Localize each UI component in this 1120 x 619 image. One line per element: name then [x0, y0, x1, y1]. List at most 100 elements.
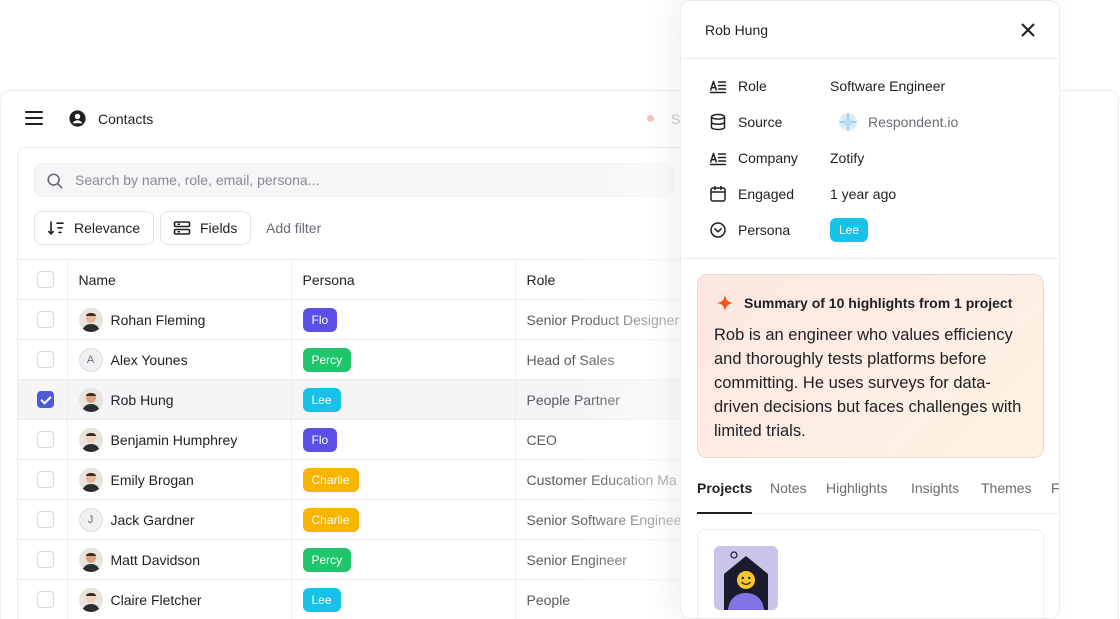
text-lines-icon	[709, 149, 727, 167]
persona-badge[interactable]: Percy	[302, 547, 352, 572]
project-thumbnail	[714, 546, 778, 610]
column-header-persona[interactable]: Persona	[290, 259, 515, 300]
source-value: Respondent.io	[868, 114, 959, 130]
row-checkbox[interactable]	[37, 471, 54, 489]
status-dot	[647, 115, 654, 122]
name-cell[interactable]: Rohan Fleming	[66, 299, 291, 340]
name-cell-content: Benjamin Humphrey	[78, 427, 291, 452]
close-button[interactable]	[1017, 19, 1039, 41]
avatar	[78, 587, 103, 612]
name-cell[interactable]: Emily Brogan	[66, 459, 291, 500]
search-input[interactable]	[75, 164, 635, 196]
avatar	[78, 467, 103, 492]
column-header-name[interactable]: Name	[66, 259, 291, 300]
persona-value-wrap[interactable]: Lee	[830, 218, 869, 242]
row-checkbox[interactable]	[37, 591, 54, 609]
table-row[interactable]: Rob Hung Lee People Partner	[18, 379, 716, 420]
persona-cell: Flo	[290, 419, 515, 460]
persona-badge[interactable]: Lee	[830, 218, 869, 242]
avatar	[78, 387, 103, 412]
persona-cell: Percy	[290, 539, 515, 580]
add-filter-button[interactable]: Add filter	[266, 220, 321, 236]
persona-badge[interactable]: Flo	[302, 427, 338, 452]
property-engaged: Engaged 1 year ago	[709, 184, 896, 204]
name-cell[interactable]: Claire Fletcher	[66, 579, 291, 619]
persona-badge[interactable]: Charlie	[302, 467, 359, 492]
name-cell[interactable]: Rob Hung	[66, 379, 291, 420]
company-value[interactable]: Zotify	[830, 150, 864, 166]
select-all-cell	[18, 259, 67, 300]
respondent-logo-icon	[839, 113, 857, 131]
person-name: Matt Davidson	[110, 551, 200, 568]
hamburger-icon[interactable]	[25, 111, 43, 125]
company-label: Company	[738, 150, 798, 166]
persona-badge[interactable]: Lee	[302, 387, 341, 412]
engaged-value: 1 year ago	[830, 186, 897, 202]
table-header-row: Name Persona Role	[18, 259, 716, 300]
table-row[interactable]: Matt Davidson Percy Senior Engineer	[18, 539, 716, 580]
row-checkbox[interactable]	[37, 511, 54, 529]
row-checkbox[interactable]	[37, 551, 54, 569]
contacts-list-panel: Relevance Fields Add filter Name Perso	[17, 147, 717, 619]
persona-cell: Lee	[290, 579, 515, 619]
name-cell-content: J Jack Gardner	[78, 507, 291, 532]
property-persona: Persona Lee	[709, 218, 869, 242]
summary-card: Summary of 10 highlights from 1 project …	[697, 274, 1044, 458]
row-checkbox[interactable]	[37, 391, 54, 409]
property-source: Source Respondent.io	[709, 112, 958, 132]
role-text: Senior Software Engineer	[526, 511, 687, 528]
avatar: J	[78, 507, 103, 532]
table-row[interactable]: Emily Brogan Charlie Customer Education Ma	[18, 459, 716, 500]
persona-cell: Lee	[290, 379, 515, 420]
table-row[interactable]: Rohan Fleming Flo Senior Product Designer	[18, 299, 716, 340]
persona-badge[interactable]: Percy	[302, 347, 352, 372]
fields-button[interactable]: Fields	[160, 211, 251, 245]
name-cell[interactable]: A Alex Younes	[66, 339, 291, 380]
role-value[interactable]: Software Engineer	[830, 78, 945, 94]
row-checkbox[interactable]	[37, 311, 54, 329]
name-cell[interactable]: J Jack Gardner	[66, 499, 291, 540]
name-cell-content: Claire Fletcher	[78, 587, 291, 612]
contacts-table-body: Rohan Fleming Flo Senior Product Designer A…	[18, 299, 716, 619]
avatar	[78, 427, 103, 452]
detail-title: Rob Hung	[705, 22, 769, 38]
detail-tabs: Projects Notes Highlights Insights Theme…	[697, 480, 1059, 514]
role-text: CEO	[526, 431, 557, 448]
tab-more[interactable]: F	[1051, 480, 1059, 514]
person-name: Rob Hung	[110, 391, 174, 408]
sparkle-icon	[716, 294, 734, 312]
sort-icon	[48, 221, 64, 235]
close-icon	[1021, 23, 1035, 37]
table-row[interactable]: J Jack Gardner Charlie Senior Software Engi…	[18, 499, 716, 540]
tab-notes[interactable]: Notes	[770, 480, 807, 514]
table-row[interactable]: Claire Fletcher Lee People	[18, 579, 716, 619]
tab-insights[interactable]: Insights	[911, 480, 959, 514]
persona-badge[interactable]: Charlie	[302, 507, 359, 532]
select-all-checkbox[interactable]	[37, 271, 54, 289]
person-name: Benjamin Humphrey	[110, 431, 238, 448]
role-text: Head of Sales	[526, 351, 615, 368]
row-checkbox[interactable]	[37, 431, 54, 449]
persona-badge[interactable]: Flo	[302, 307, 338, 332]
detail-header: Rob Hung	[681, 1, 1059, 59]
chevron-circle-icon	[709, 221, 727, 239]
person-name: Alex Younes	[110, 351, 188, 368]
row-checkbox[interactable]	[37, 351, 54, 369]
database-icon	[709, 113, 727, 131]
tab-highlights[interactable]: Highlights	[826, 480, 887, 514]
persona-badge[interactable]: Lee	[302, 587, 341, 612]
search-icon	[47, 173, 63, 189]
table-row[interactable]: A Alex Younes Percy Head of Sales	[18, 339, 716, 380]
name-cell[interactable]: Matt Davidson	[66, 539, 291, 580]
name-cell[interactable]: Benjamin Humphrey	[66, 419, 291, 460]
row-check-cell	[18, 299, 67, 340]
project-illustration-icon	[714, 546, 778, 610]
persona-cell: Flo	[290, 299, 515, 340]
project-card[interactable]	[697, 529, 1044, 618]
relevance-button[interactable]: Relevance	[34, 211, 154, 245]
table-row[interactable]: Benjamin Humphrey Flo CEO	[18, 419, 716, 460]
source-value-wrap[interactable]: Respondent.io	[830, 112, 958, 132]
tab-themes[interactable]: Themes	[981, 480, 1032, 514]
engaged-label: Engaged	[738, 186, 795, 202]
tab-projects[interactable]: Projects	[697, 480, 753, 514]
